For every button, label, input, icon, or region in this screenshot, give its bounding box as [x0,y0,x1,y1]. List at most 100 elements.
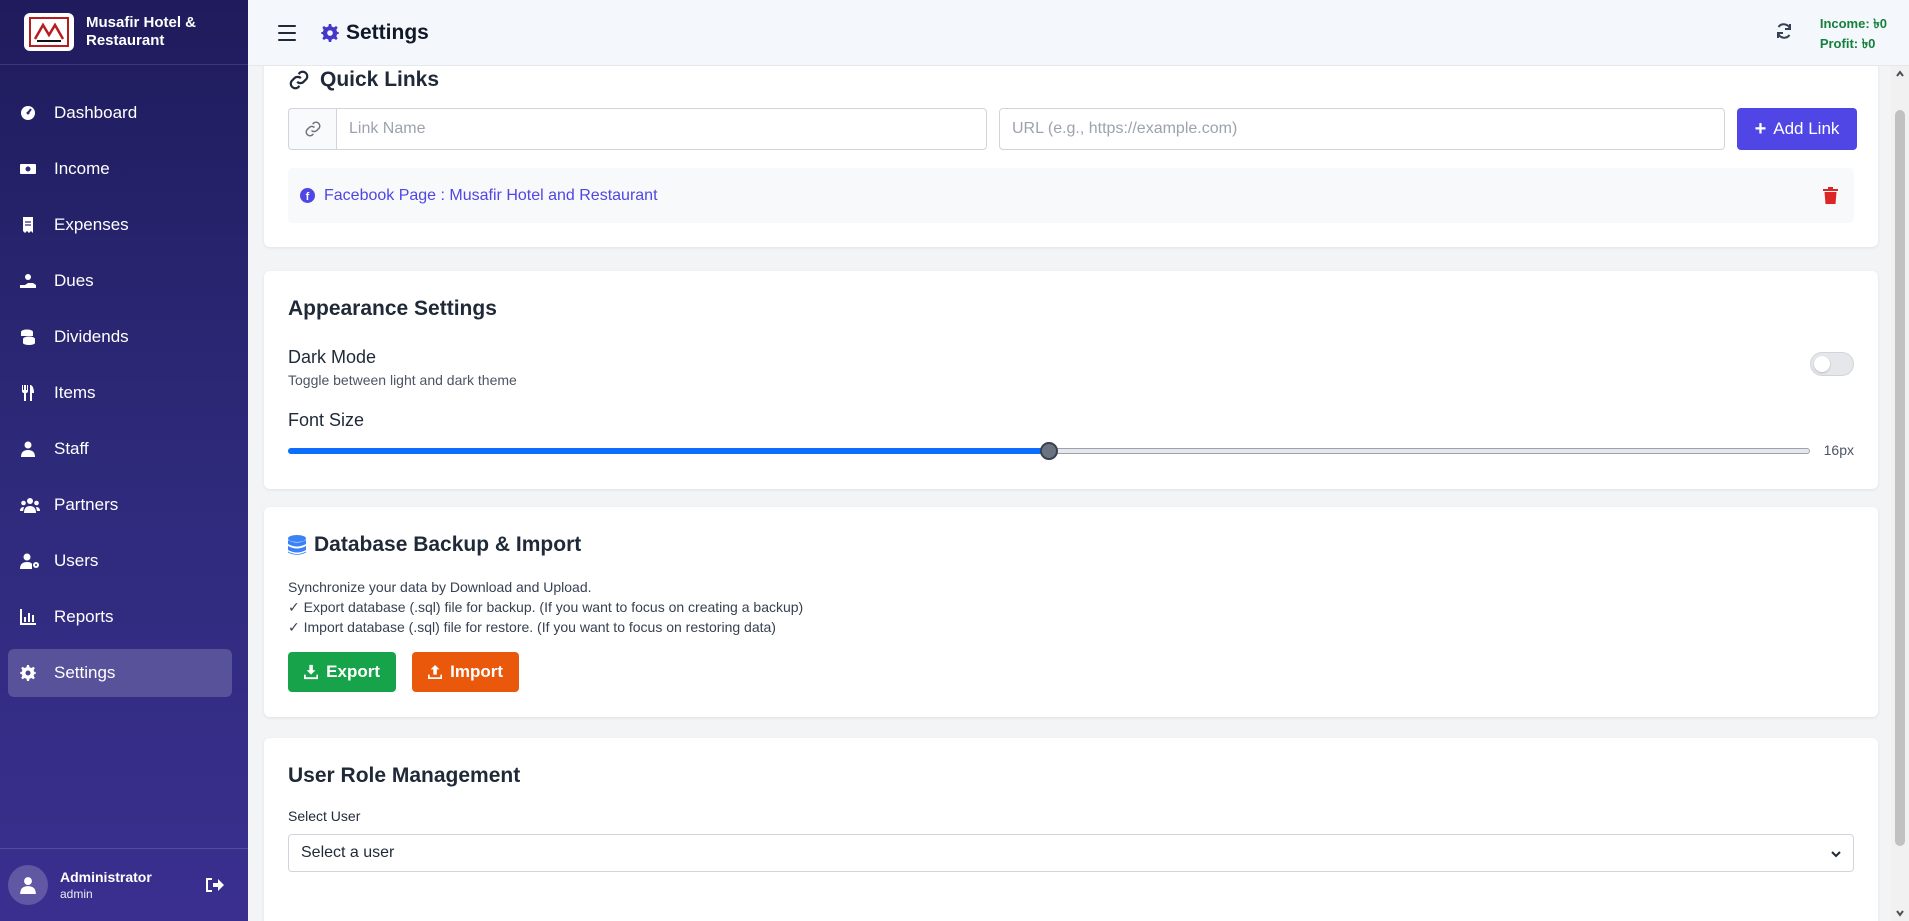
income-summary: Income: ৳0 [1819,16,1887,31]
chevron-up-icon [1896,70,1904,77]
slider-fill [288,448,1048,454]
chevron-down-icon [1896,910,1904,917]
add-link-label: Add Link [1773,119,1840,138]
database-icon [288,534,306,555]
sidebar-item-dues[interactable]: Dues [8,257,232,305]
logout-button[interactable] [204,875,226,897]
select-user-dropdown[interactable]: Select a user [288,834,1854,872]
sidebar-item-label: Dues [54,271,94,290]
user-profile: Administrator admin [0,848,248,921]
gear-icon [20,664,44,682]
chevron-down-icon [1831,846,1841,858]
sidebar-item-settings[interactable]: Settings [8,649,232,697]
sidebar-item-dashboard[interactable]: Dashboard [8,89,232,137]
database-heading: Database Backup & Import [288,533,581,557]
brand-name-line2: Restaurant [86,32,165,49]
add-link-button[interactable]: + Add Link [1737,108,1857,150]
select-user-value: Select a user [301,844,395,861]
gear-icon [321,23,339,42]
refresh-icon [1777,23,1791,39]
database-line-3: ✓ Import database (.sql) file for restor… [288,619,776,635]
sidebar-item-label: Users [54,551,99,570]
appearance-title: Appearance Settings [288,297,497,320]
dark-mode-toggle[interactable] [1810,352,1854,376]
brand-logo [24,13,74,51]
quick-links-title: Quick Links [320,68,440,91]
brand[interactable]: Musafir Hotel & Restaurant [0,0,248,65]
quick-link-anchor[interactable]: Facebook Page : Musafir Hotel and Restau… [324,187,658,205]
hamburger-line [278,31,296,34]
sidebar-item-users[interactable]: Users [8,537,232,585]
import-button[interactable]: Import [412,652,519,692]
sidebar-item-partners[interactable]: Partners [8,481,232,529]
trash-icon [1823,187,1838,204]
receipt-icon [20,216,44,234]
database-actions: Export Import [288,652,519,692]
scrollbar-thumb[interactable] [1895,110,1905,846]
upload-icon [428,664,443,680]
brand-name-line1: Musafir Hotel & [86,14,197,31]
database-line-2: ✓ Export database (.sql) file for backup… [288,599,804,615]
logout-icon [206,878,224,892]
user-role: admin [60,887,93,901]
sidebar-item-expenses[interactable]: Expenses [8,201,232,249]
users-icon [20,496,44,514]
user-tie-icon [20,440,44,458]
money-bill-icon [20,160,44,178]
sidebar-item-label: Settings [54,663,116,682]
sidebar-nav: Dashboard Income Expenses Dues Dividends… [0,65,248,697]
export-label: Export [326,662,380,681]
delete-link-button[interactable] [1823,187,1838,204]
utensils-icon [20,384,44,402]
slider-thumb[interactable] [1040,442,1058,460]
user-name: Administrator [60,869,152,885]
plus-icon: + [1754,118,1767,140]
sidebar-item-reports[interactable]: Reports [8,593,232,641]
export-button[interactable]: Export [288,652,396,692]
quick-link-item: f Facebook Page : Musafir Hotel and Rest… [288,168,1854,223]
link-name-input[interactable] [336,108,987,150]
sidebar-item-income[interactable]: Income [8,145,232,193]
scroll-up-button[interactable] [1891,66,1909,82]
toggle-knob [1814,356,1830,372]
database-card: Database Backup & Import Synchronize you… [264,507,1878,717]
dark-mode-label: Dark Mode [288,347,377,367]
sidebar: Musafir Hotel & Restaurant Dashboard Inc… [0,0,248,921]
main-content: Quick Links + Add Link f Facebook Page :… [248,66,1891,921]
database-description: Synchronize your data by Download and Up… [288,577,803,637]
profit-summary: Profit: ৳0 [1819,36,1876,51]
avatar[interactable] [8,865,48,905]
refresh-button[interactable] [1775,22,1793,40]
sidebar-item-dividends[interactable]: Dividends [8,313,232,361]
sidebar-item-label: Dashboard [54,103,138,122]
sidebar-item-items[interactable]: Items [8,369,232,417]
link-addon [288,108,336,150]
menu-toggle-button[interactable] [278,24,296,41]
font-size-slider[interactable] [288,442,1810,460]
link-icon [289,70,309,90]
add-link-form: + Add Link [288,108,1857,150]
download-icon [304,664,319,680]
sidebar-item-staff[interactable]: Staff [8,425,232,473]
user-role-card: User Role Management Select User Select … [264,738,1878,921]
select-user-label: Select User [288,808,361,824]
import-label: Import [450,662,503,681]
link-icon [305,121,320,137]
quick-links-heading: Quick Links [288,68,439,92]
finance-summary: Income: ৳0 Profit: ৳0 [1820,14,1887,54]
page-scrollbar[interactable] [1891,66,1909,921]
topbar: Settings Income: ৳0 Profit: ৳0 [248,0,1909,66]
sidebar-item-label: Reports [54,607,114,626]
sidebar-item-label: Staff [54,439,89,458]
database-line-1: Synchronize your data by Download and Up… [288,579,592,595]
scroll-down-button[interactable] [1891,905,1909,921]
font-size-value: 16px [1823,442,1854,458]
facebook-icon: f [300,188,315,203]
sidebar-item-label: Partners [54,495,119,514]
user-cog-icon [20,552,44,570]
hamburger-line [278,38,296,41]
chart-bar-icon [20,608,44,626]
link-url-input[interactable] [999,108,1725,150]
font-size-label: Font Size [288,410,365,430]
user-icon [20,877,36,894]
